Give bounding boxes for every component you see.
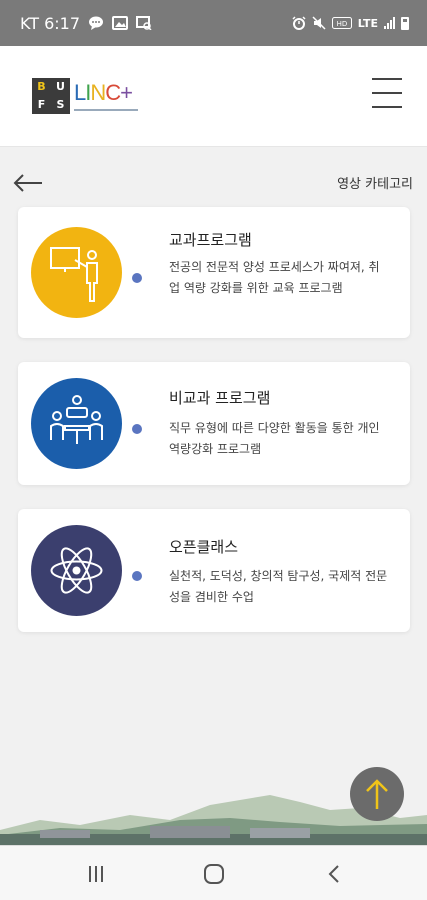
status-left: KT 6:17 xyxy=(20,14,152,33)
category-icon-circle xyxy=(31,525,122,616)
category-description: 직무 유형에 따른 다양한 활동을 통한 개인역량강화 프로그램 xyxy=(169,421,380,456)
bufs-linc-logo[interactable]: B U F S LINC+ xyxy=(32,78,138,114)
back-nav-icon[interactable] xyxy=(326,864,342,884)
bullet-dot xyxy=(132,571,142,581)
page-bar: 영상 카테고리 xyxy=(0,165,427,201)
chat-icon xyxy=(89,16,104,30)
linc-wordmark: LINC+ xyxy=(74,81,138,111)
category-title: 교과프로그램 xyxy=(169,231,252,249)
battery-icon xyxy=(401,16,409,30)
bufs-logo-mark: B U F S xyxy=(32,78,70,114)
carrier-time: KT 6:17 xyxy=(20,13,81,33)
screenshot-icon xyxy=(136,16,152,30)
mute-icon xyxy=(312,16,326,30)
category-title: 오픈클래스 xyxy=(169,538,239,556)
app-header: B U F S LINC+ xyxy=(0,46,427,147)
status-right: HD LTE xyxy=(292,16,409,30)
category-card-curricular[interactable]: 교과프로그램 전공의 전문적 양성 프로세스가 짜여져, 취업 역량 강화를 위… xyxy=(18,207,410,338)
category-title: 비교과 프로그램 xyxy=(169,389,271,407)
recent-apps-icon[interactable] xyxy=(86,864,106,884)
network-type: LTE xyxy=(357,16,378,30)
group-discussion-icon xyxy=(50,395,103,444)
atom-icon xyxy=(50,547,103,594)
category-card-open-class[interactable]: 오픈클래스 실천적, 도덕성, 창의적 탐구성, 국제적 전문성을 겸비한 수업 xyxy=(18,509,410,632)
arrow-up-icon xyxy=(366,779,388,809)
category-description: 전공의 전문적 양성 프로세스가 짜여져, 취업 역량 강화를 위한 교육 프로… xyxy=(169,260,380,295)
alarm-icon xyxy=(292,16,306,30)
bullet-dot xyxy=(132,273,142,283)
svg-text:HD: HD xyxy=(336,20,347,28)
status-bar: KT 6:17 HD LTE xyxy=(0,0,427,46)
gallery-icon xyxy=(112,16,129,30)
teacher-board-icon xyxy=(50,247,98,302)
linc-subtitle-lines xyxy=(74,108,138,111)
back-arrow-icon[interactable] xyxy=(12,169,44,197)
volte-icon: HD xyxy=(331,17,352,29)
category-icon-circle xyxy=(31,227,122,318)
category-card-extracurricular[interactable]: 비교과 프로그램 직무 유형에 따른 다양한 활동을 통한 개인역량강화 프로그… xyxy=(18,362,410,485)
system-nav-bar xyxy=(0,845,427,900)
signal-icon xyxy=(384,17,395,29)
scroll-to-top-button[interactable] xyxy=(350,767,404,821)
category-icon-circle xyxy=(31,378,122,469)
menu-icon[interactable] xyxy=(372,78,402,108)
category-description: 실천적, 도덕성, 창의적 탐구성, 국제적 전문성을 겸비한 수업 xyxy=(169,569,388,604)
home-icon[interactable] xyxy=(203,864,225,884)
page-title: 영상 카테고리 xyxy=(337,177,413,192)
bullet-dot xyxy=(132,424,142,434)
